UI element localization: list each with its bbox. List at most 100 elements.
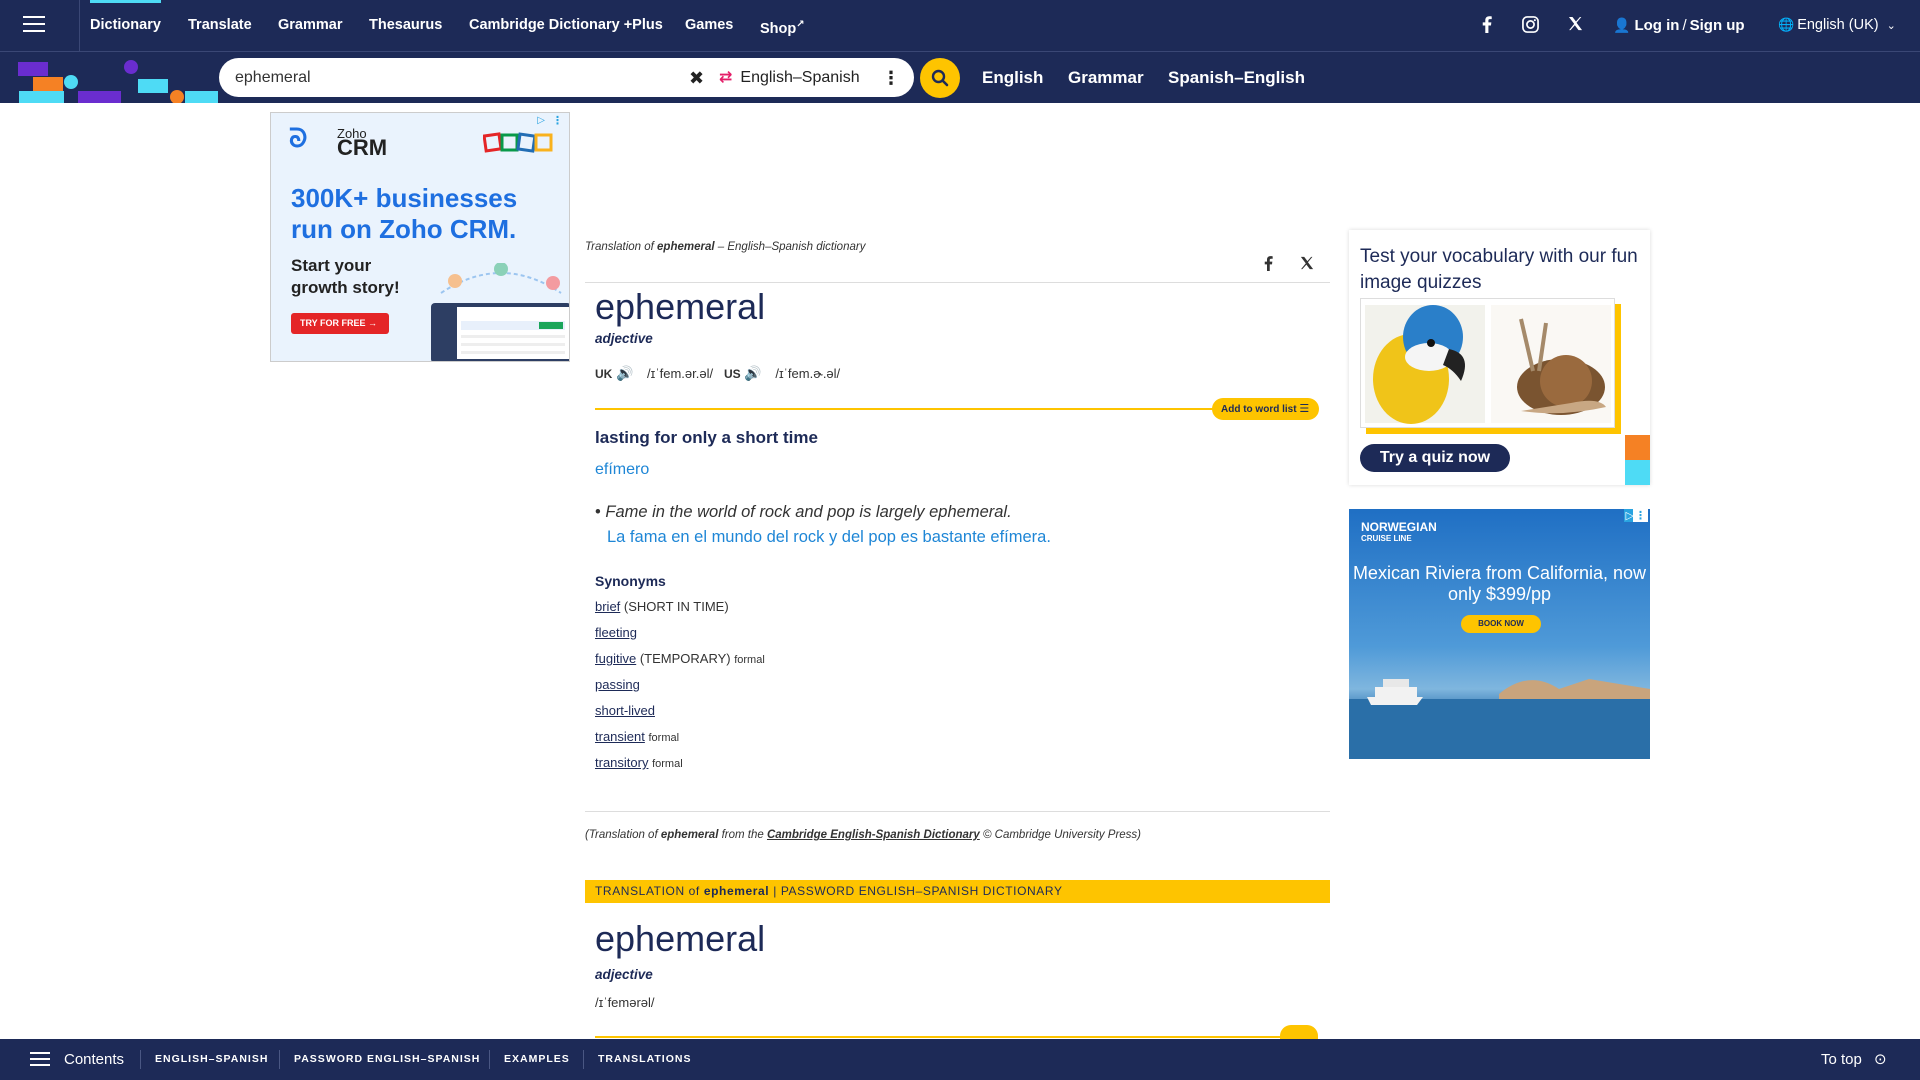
synonym-link[interactable]: transitory	[595, 755, 648, 770]
nav-games[interactable]: Games	[685, 0, 733, 52]
norwegian-cruise-ad[interactable]: NORWEGIAN CRUISE LINE ▷ ⋮ Mexican Riviera…	[1349, 509, 1650, 759]
us-audio-icon[interactable]: 🔊	[744, 365, 761, 381]
sub-link-spanish-english[interactable]: Spanish–English	[1168, 52, 1305, 103]
ad-options-icon[interactable]: ⋮	[1633, 509, 1648, 522]
quiz-title: Test your vocabulary with our fun image …	[1360, 246, 1638, 293]
crumb-suffix: – English–Spanish dictionary	[717, 241, 866, 253]
bottom-separator	[489, 1050, 490, 1069]
dictionary-direction-selector[interactable]: ⇄ English–Spanish	[719, 58, 860, 97]
synonym-link[interactable]: brief	[595, 599, 620, 614]
credit-mid: from the	[721, 829, 764, 841]
contents-button[interactable]: Contents	[64, 1039, 124, 1080]
ad-options-icon[interactable]: ⋮	[552, 114, 563, 127]
crm-dashboard-illustration	[431, 263, 569, 361]
language-label: English (UK)	[1797, 17, 1879, 33]
uk-audio-icon[interactable]: 🔊	[616, 365, 633, 381]
bottom-link-translations[interactable]: TRANSLATIONS	[598, 1039, 691, 1080]
us-pronunciation: US 🔊 /ɪˈfem.ɚ.əl/	[724, 365, 840, 382]
sub-link-english[interactable]: English	[982, 52, 1043, 103]
login-signup[interactable]: 👤 Log in / Sign up	[1613, 0, 1745, 52]
zoho-logo-icon: ᘐ	[289, 123, 308, 153]
decor-orange-square	[1625, 435, 1650, 460]
more-options-icon[interactable]: ⋮	[882, 68, 900, 89]
to-top-button[interactable]: To top ⊙	[1821, 1039, 1887, 1080]
user-icon: 👤	[1613, 17, 1631, 33]
add-to-word-list-button[interactable]: Add to word list ☰	[1212, 398, 1319, 420]
list-icon: ☰	[1299, 403, 1310, 415]
nav-thesaurus[interactable]: Thesaurus	[369, 0, 442, 52]
instagram-icon[interactable]	[1520, 16, 1540, 36]
bottom-separator	[583, 1050, 584, 1069]
zoho-brand-big: CRM	[337, 135, 388, 160]
quiz-images[interactable]	[1360, 298, 1615, 428]
synonym-link[interactable]: fugitive	[595, 651, 636, 666]
entry-divider	[585, 811, 1330, 812]
headword-password: ephemeral	[595, 918, 766, 959]
share-facebook-icon[interactable]	[1264, 256, 1273, 276]
uk-label: UK	[595, 367, 613, 381]
arrow-up-circle-icon: ⊙	[1874, 1051, 1887, 1068]
ad-headline: 300K+ businesses run on Zoho CRM.	[291, 183, 518, 244]
password-section-header: TRANSLATION of ephemeral | PASSWORD ENGL…	[585, 880, 1330, 903]
book-now-button[interactable]: BOOK NOW	[1461, 615, 1541, 633]
x-twitter-icon[interactable]	[1565, 16, 1585, 36]
signup-link[interactable]: Sign up	[1690, 17, 1745, 34]
translation: efímero	[595, 461, 650, 478]
facebook-icon[interactable]	[1477, 16, 1497, 36]
ad-subtext: Start your growth story!	[291, 256, 400, 297]
synonym-link[interactable]: fleeting	[595, 625, 637, 640]
synonym-link[interactable]: short-lived	[595, 703, 655, 718]
entry-header-divider	[585, 282, 1330, 283]
sub-link-grammar[interactable]: Grammar	[1068, 52, 1144, 103]
search-row: ✖ ⇄ English–Spanish ⋮ English Grammar Spa…	[0, 52, 1920, 103]
us-label: US	[724, 367, 741, 381]
uk-ipa: /ɪˈfem.ər.əl/	[647, 366, 714, 381]
ncl-brand-sub: CRUISE LINE	[1361, 534, 1412, 543]
clear-icon[interactable]: ✖	[689, 68, 704, 89]
bottom-link-english-spanish[interactable]: ENGLISH–SPANISH	[155, 1039, 268, 1080]
menu-icon[interactable]	[23, 16, 45, 34]
synonym-item: passing	[595, 677, 640, 692]
zoho-crm-ad[interactable]: ᘐ Zoho CRM ▷ ⋮ 300K+ businesses run on Zo…	[270, 112, 570, 362]
uk-pronunciation: UK 🔊 /ɪˈfem.ər.əl/	[595, 365, 713, 382]
cambridge-logo[interactable]	[18, 57, 218, 103]
nav-translate[interactable]: Translate	[188, 0, 252, 52]
ncl-headline: Mexican Riviera from California, now onl…	[1352, 563, 1647, 604]
nav-dictionary[interactable]: Dictionary	[90, 0, 161, 52]
ncl-brand: NORWEGIAN CRUISE LINE	[1361, 521, 1437, 545]
bottom-link-examples[interactable]: EXAMPLES	[504, 1039, 570, 1080]
adchoices-icon[interactable]: ▷	[537, 115, 545, 126]
synonym-item: brief (SHORT IN TIME)	[595, 599, 729, 614]
synonym-link[interactable]: transient	[595, 729, 645, 744]
dictionary-credit: (Translation of ephemeral from the Cambr…	[585, 829, 1141, 841]
contents-menu-icon[interactable]	[30, 1052, 50, 1068]
synonym-item: short-lived	[595, 703, 655, 718]
parrot-snail-images	[1365, 305, 1611, 424]
share-x-icon[interactable]	[1300, 256, 1314, 275]
nav-grammar[interactable]: Grammar	[278, 0, 342, 52]
breadcrumb: Translation of ephemeral – English–Spani…	[585, 241, 865, 253]
bottom-link-password[interactable]: PASSWORD ENGLISH–SPANISH	[294, 1039, 480, 1080]
decor-cyan-square	[1625, 460, 1650, 485]
swap-arrows-icon: ⇄	[719, 69, 733, 86]
nav-shop[interactable]: Shop↗	[760, 0, 805, 52]
definition: lasting for only a short time	[595, 428, 818, 447]
synonym-register: formal	[734, 654, 765, 666]
synonym-register: formal	[652, 758, 683, 770]
search-button[interactable]	[920, 58, 960, 98]
login-link[interactable]: Log in	[1634, 17, 1679, 34]
language-selector[interactable]: 🌐 English (UK) ⌄	[1778, 0, 1896, 52]
crumb-prefix: Translation of	[585, 241, 654, 253]
synonym-link[interactable]: passing	[595, 677, 640, 692]
nav-plus[interactable]: Cambridge Dictionary +Plus	[469, 0, 663, 52]
nav-divider	[79, 0, 80, 52]
search-input[interactable]	[235, 58, 675, 97]
synonyms-title: Synonyms	[595, 573, 666, 589]
direction-label: English–Spanish	[740, 69, 860, 86]
try-for-free-button[interactable]: TRY FOR FREE →	[291, 313, 389, 334]
credit-dictionary-link[interactable]: Cambridge English-Spanish Dictionary	[767, 829, 980, 841]
try-a-quiz-button[interactable]: Try a quiz now	[1360, 444, 1510, 472]
credit-word: ephemeral	[660, 829, 719, 841]
add-to-word-list-button-peek[interactable]	[1280, 1025, 1318, 1039]
section-head-word: ephemeral	[703, 884, 770, 898]
